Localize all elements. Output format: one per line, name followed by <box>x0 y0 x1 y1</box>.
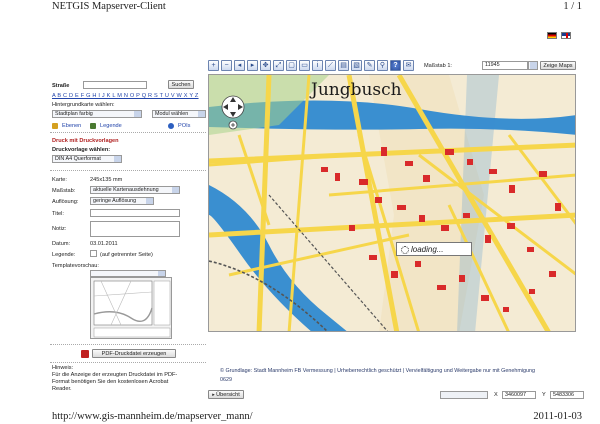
resolution-label: Auflösung: <box>52 199 79 205</box>
y-coord-value: 5483306 <box>550 391 584 399</box>
layers-link[interactable]: Ebenen <box>62 123 81 129</box>
template-preview <box>90 277 172 339</box>
street-input[interactable] <box>83 81 147 89</box>
basemap-select[interactable]: Stadtplan farbig <box>52 110 142 118</box>
search-button[interactable]: Suchen <box>168 80 194 89</box>
template-preview-map <box>93 280 171 338</box>
divider <box>50 132 206 133</box>
copyright-line-2: 0629 <box>220 377 232 383</box>
overview-button[interactable]: ▸ Übersicht <box>208 390 244 399</box>
help-icon[interactable]: ? <box>390 60 401 71</box>
x-coord-label: X <box>494 392 498 398</box>
select-icon[interactable]: ▭ <box>299 60 310 71</box>
status-bar: ▸ Übersicht X 3460097 Y 5483306 <box>208 390 584 400</box>
card-size-value: 245x135 mm <box>90 177 123 183</box>
legend-link[interactable]: Legende <box>100 123 122 129</box>
copyright-notice: © Grundlage: Stadt Mannheim FB Vermessun… <box>220 368 580 383</box>
page-date: 2011-01-03 <box>533 411 582 422</box>
hint-line-1: Für die Anzeige der erzeugten Druckdatei… <box>52 372 178 378</box>
scale-label: Maßstab: <box>52 188 76 194</box>
district-label: Jungbusch <box>311 80 402 100</box>
zoom-box-icon[interactable]: ▢ <box>286 60 297 71</box>
template-select[interactable]: DIN A4 Querformat <box>52 155 122 163</box>
city-map <box>209 75 575 331</box>
resolution-select[interactable]: geringe Auflösung <box>90 197 154 205</box>
card-size-label: Karte: <box>52 177 67 183</box>
copyright-line-1: © Grundlage: Stadt Mannheim FB Vermessun… <box>220 368 536 374</box>
pdf-tool-icon[interactable]: ▧ <box>351 60 362 71</box>
overview-label: Übersicht <box>216 392 240 398</box>
hint-title: Hinweis: <box>52 365 74 371</box>
map-view[interactable] <box>208 74 576 332</box>
en-flag-icon[interactable] <box>561 32 571 39</box>
date-label: Datum: <box>52 241 71 247</box>
mail-icon[interactable]: ✉ <box>403 60 414 71</box>
legend-option-text: (auf getrennter Seite) <box>100 252 153 258</box>
preview-select[interactable] <box>90 270 166 277</box>
legend-checkbox[interactable] <box>90 250 97 257</box>
map-toolbar: + − ◂ ▸ ✥ ⤢ ▢ ▭ i ⟋ ▤ ▧ ✎ ⚲ ? ✉ <box>208 60 414 73</box>
zoom-in-icon[interactable]: + <box>208 60 219 71</box>
status-field <box>440 391 488 399</box>
show-map-button[interactable]: Zeige Maps <box>540 61 576 70</box>
print-heading: Druck mit Druckvorlagen <box>52 138 119 144</box>
language-switcher <box>547 32 571 39</box>
scale-input-label: Maßstab 1: <box>424 63 452 69</box>
hint-line-3: Reader. <box>52 386 72 392</box>
title-label: Titel: <box>52 211 64 217</box>
date-value: 03.01.2011 <box>90 241 118 247</box>
pan-icon[interactable]: ✥ <box>260 60 271 71</box>
divider <box>50 170 206 171</box>
divider <box>50 362 206 363</box>
zoom-forward-icon[interactable]: ▸ <box>247 60 258 71</box>
legend-icon <box>90 123 96 129</box>
notes-label: Notiz: <box>52 226 67 232</box>
pdf-create-button[interactable]: PDF-Druckdatei erzeugen <box>92 349 176 358</box>
layers-icon <box>52 123 58 129</box>
pois-link[interactable]: POIs <box>178 123 190 129</box>
y-coord-label: Y <box>542 392 546 398</box>
edit-icon[interactable]: ✎ <box>364 60 375 71</box>
page-title: NETGIS Mapserver-Client <box>52 1 166 12</box>
x-coord-value: 3460097 <box>502 391 536 399</box>
divider <box>50 344 206 345</box>
sidebar: Straße Suchen A B C D E F G H I J K L M … <box>50 78 206 400</box>
notes-textarea[interactable] <box>90 221 180 237</box>
zoom-back-icon[interactable]: ◂ <box>234 60 245 71</box>
scale-dropdown[interactable] <box>528 61 538 70</box>
alphabet-links[interactable]: A B C D E F G H I J K L M N O P Q R S T … <box>52 93 199 99</box>
de-flag-icon[interactable] <box>547 32 557 39</box>
poi-icon <box>168 123 174 129</box>
scale-input[interactable]: 11945 <box>482 61 528 70</box>
module-select[interactable]: Modul wählen <box>152 110 206 118</box>
hint-line-2: Format benötigen Sie den kostenlosen Acr… <box>52 379 169 385</box>
info-icon[interactable]: i <box>312 60 323 71</box>
print-icon[interactable]: ▤ <box>338 60 349 71</box>
street-label: Straße <box>52 83 70 89</box>
basemap-label: Hintergrundkarte wählen: <box>52 102 115 108</box>
page-url: http://www.gis-mannheim.de/mapserver_man… <box>52 411 253 422</box>
scale-select[interactable]: aktuelle Kartenausdehnung <box>90 186 180 194</box>
zoom-out-icon[interactable]: − <box>221 60 232 71</box>
title-input[interactable] <box>90 209 180 217</box>
page-number: 1 / 1 <box>563 1 582 12</box>
legend-option-label: Legende: <box>52 252 76 258</box>
preview-label: Templatevorschau: <box>52 263 99 269</box>
measure-icon[interactable]: ⟋ <box>325 60 336 71</box>
loading-indicator: loading... <box>396 242 472 256</box>
full-extent-icon[interactable]: ⤢ <box>273 60 284 71</box>
pdf-icon <box>81 350 89 358</box>
template-label: Druckvorlage wählen: <box>52 147 111 153</box>
link-icon[interactable]: ⚲ <box>377 60 388 71</box>
